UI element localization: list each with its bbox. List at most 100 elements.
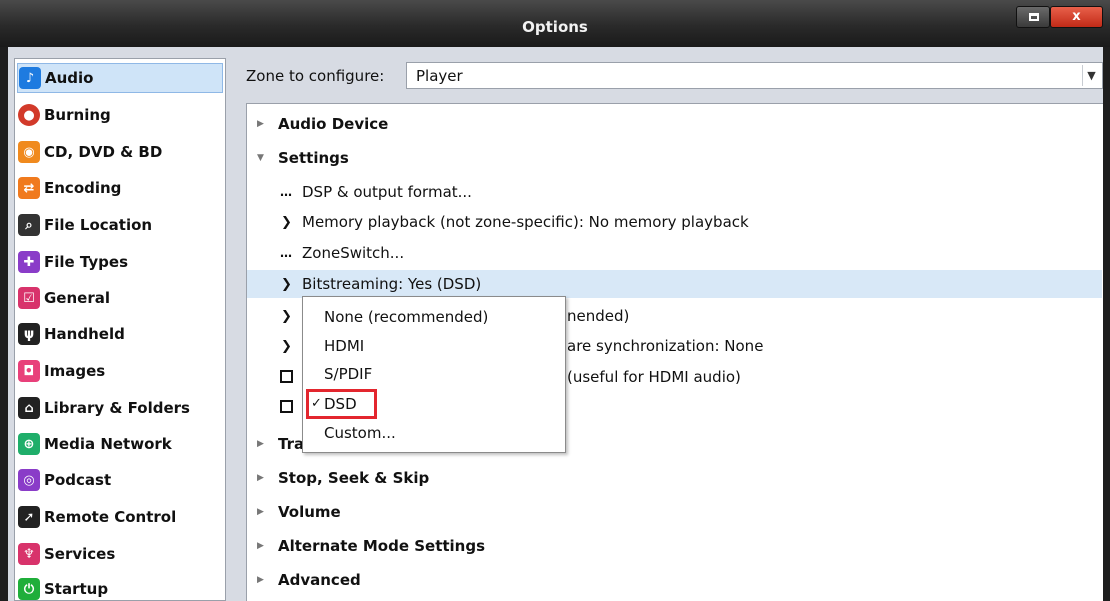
setting-label: Memory playback (not zone-specific): No … (302, 213, 749, 231)
sidebar-item-label: Startup (44, 580, 109, 598)
window-border-left (0, 47, 8, 601)
expand-arrow-icon[interactable]: ▶ (257, 119, 264, 129)
music-note-icon: ♪ (19, 67, 41, 89)
setting-bitstreaming[interactable]: ❯ Bitstreaming: Yes (DSD) (247, 270, 1102, 298)
close-icon: x (1072, 9, 1081, 24)
plug-icon: ♆ (18, 543, 40, 565)
sidebar-item-handheld[interactable]: ψ Handheld (17, 319, 223, 349)
setting-checkbox[interactable] (280, 370, 293, 383)
sidebar-item-label: Burning (44, 106, 111, 124)
sidebar-item-images[interactable]: ◘ Images (17, 356, 223, 386)
sidebar-item-label: Podcast (44, 471, 112, 489)
sidebar-item-media-network[interactable]: ⊕ Media Network (17, 429, 223, 459)
sidebar-item-library-folders[interactable]: ⌂ Library & Folders (17, 393, 223, 423)
setting-label: are synchronization: None (567, 337, 764, 355)
setting-label: (useful for HDMI audio) (567, 368, 741, 386)
tree-node-label: Settings (278, 149, 349, 167)
zone-select[interactable]: Player ▼ (406, 62, 1103, 89)
tree-node-alternate-mode[interactable]: ▶ Alternate Mode Settings (247, 532, 1102, 560)
menu-item-custom[interactable]: Custom... (303, 420, 565, 446)
minimize-button[interactable] (1016, 6, 1050, 28)
setting-label: ZoneSwitch... (302, 244, 405, 262)
sidebar-item-label: Media Network (44, 435, 172, 453)
tree-node-settings[interactable]: ▼ Settings (247, 144, 1102, 172)
file-location-icon: ⌕ (18, 214, 40, 236)
collapse-arrow-icon[interactable]: ▼ (257, 153, 264, 163)
sidebar-item-services[interactable]: ♆ Services (17, 539, 223, 569)
sidebar-item-file-types[interactable]: ✚ File Types (17, 247, 223, 277)
camera-icon: ◘ (18, 360, 40, 382)
expand-arrow-icon[interactable]: ▶ (257, 541, 264, 551)
menu-item-none[interactable]: None (recommended) (303, 304, 565, 330)
setting-label: DSP & output format... (302, 183, 472, 201)
tree-node-label: Tra (278, 435, 305, 453)
remote-icon: ➚ (18, 506, 40, 528)
setting-dsp-output-format[interactable]: … DSP & output format... (247, 178, 1102, 206)
chevron-down-icon[interactable]: ▼ (1082, 65, 1100, 86)
tree-node-label: Volume (278, 503, 341, 521)
podcast-icon: ◎ (18, 469, 40, 491)
sidebar-item-burning[interactable]: ● Burning (17, 100, 223, 130)
burning-icon: ● (18, 104, 40, 126)
sidebar-item-label: File Location (44, 216, 153, 234)
encoding-icon: ⇄ (18, 177, 40, 199)
expand-arrow-icon[interactable]: ▶ (257, 473, 264, 483)
sidebar-item-general[interactable]: ☑ General (17, 283, 223, 313)
sidebar-item-label: Remote Control (44, 508, 177, 526)
menu-item-label: Custom... (324, 424, 396, 442)
sidebar-item-audio[interactable]: ♪ Audio (17, 63, 223, 93)
setting-memory-playback[interactable]: ❯ Memory playback (not zone-specific): N… (247, 208, 1102, 236)
sidebar-item-cd-dvd-bd[interactable]: ◉ CD, DVD & BD (17, 137, 223, 167)
tree-node-label: Advanced (278, 571, 361, 589)
zone-to-configure-label: Zone to configure: (246, 67, 385, 85)
disc-icon: ◉ (18, 141, 40, 163)
sidebar-item-label: Audio (45, 69, 94, 87)
menu-item-spdif[interactable]: S/PDIF (303, 361, 565, 387)
menu-item-label: HDMI (324, 337, 365, 355)
ellipsis-icon: … (280, 185, 292, 199)
dropdown-caret-icon: ❯ (281, 308, 292, 324)
sidebar-item-label: Handheld (44, 325, 125, 343)
expand-arrow-icon[interactable]: ▶ (257, 439, 264, 449)
puzzle-icon: ✚ (18, 251, 40, 273)
setting-label: Bitstreaming: Yes (DSD) (302, 275, 482, 293)
dropdown-caret-icon: ❯ (281, 338, 292, 354)
tree-node-label: Alternate Mode Settings (278, 537, 486, 555)
tree-node-stop-seek-skip[interactable]: ▶ Stop, Seek & Skip (247, 464, 1102, 492)
menu-item-label: None (recommended) (324, 308, 489, 326)
menu-item-hdmi[interactable]: HDMI (303, 333, 565, 359)
sidebar-item-label: Encoding (44, 179, 122, 197)
minimize-icon (1029, 13, 1039, 21)
bitstreaming-dropdown-menu: None (recommended) HDMI S/PDIF ✓ DSD Cus… (302, 296, 566, 453)
expand-arrow-icon[interactable]: ▶ (257, 575, 264, 585)
dropdown-caret-icon: ❯ (281, 214, 292, 230)
sidebar-item-label: File Types (44, 253, 128, 271)
tree-node-label: Audio Device (278, 115, 389, 133)
ellipsis-icon: … (280, 246, 292, 260)
tree-node-advanced[interactable]: ▶ Advanced (247, 566, 1102, 594)
tree-node-label: Stop, Seek & Skip (278, 469, 430, 487)
sidebar-item-encoding[interactable]: ⇄ Encoding (17, 173, 223, 203)
window-title: Options (522, 18, 588, 36)
dropdown-caret-icon: ❯ (281, 276, 292, 292)
sidebar-item-remote-control[interactable]: ➚ Remote Control (17, 502, 223, 532)
network-icon: ⊕ (18, 433, 40, 455)
setting-checkbox[interactable] (280, 400, 293, 413)
tree-node-audio-device[interactable]: ▶ Audio Device (247, 110, 1102, 138)
sidebar-item-label: Images (44, 362, 106, 380)
close-button[interactable]: x (1050, 6, 1103, 28)
menu-item-label: S/PDIF (324, 365, 373, 383)
sidebar-item-label: Library & Folders (44, 399, 190, 417)
sidebar-item-file-location[interactable]: ⌕ File Location (17, 210, 223, 240)
title-bar: Options x (0, 0, 1110, 47)
sidebar-item-podcast[interactable]: ◎ Podcast (17, 465, 223, 495)
zone-select-value: Player (416, 67, 463, 85)
expand-arrow-icon[interactable]: ▶ (257, 507, 264, 517)
window-border-right (1103, 47, 1110, 601)
options-sidebar: ♪ Audio ● Burning ◉ CD, DVD & BD ⇄ Encod… (14, 58, 226, 601)
tree-node-volume[interactable]: ▶ Volume (247, 498, 1102, 526)
sidebar-item-label: CD, DVD & BD (44, 143, 163, 161)
setting-zoneswitch[interactable]: … ZoneSwitch... (247, 239, 1102, 267)
sidebar-item-startup[interactable]: ⏻ Startup (17, 574, 223, 600)
power-icon: ⏻ (18, 578, 40, 600)
